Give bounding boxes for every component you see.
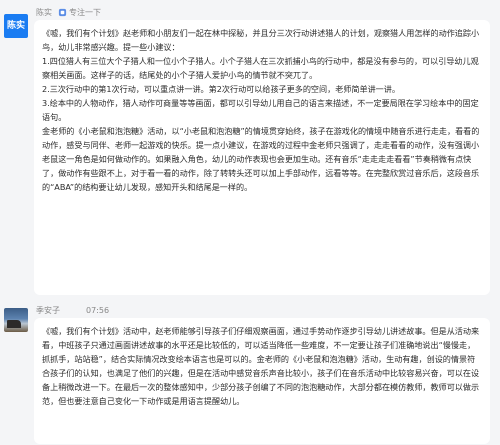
message-paragraph: 2.三次行动中的第1次行动，可以重点讲一讲。第2次行动可以给孩子更多的空间，老师…	[42, 84, 400, 94]
message-paragraph: 金老师的《小老鼠和泡泡糖》活动，以“小老鼠和泡泡糖”的情境贯穿始终，孩子在游戏化…	[42, 126, 480, 192]
message-paragraph: 1.四位猎人有三位大个子猎人和一位小个子猎人。小个子猎人在三次抓捕小鸟的行动中，…	[42, 56, 479, 80]
message-bubble[interactable]: 《嘘，我们有个计划》活动中，赵老师能够引导孩子们仔细观察画面，通过手势动作逐步引…	[34, 318, 490, 444]
sender-name[interactable]: 季安子	[36, 305, 60, 316]
chat-thread: 陈实 陈实 专注一下 《嘘，我们有个计划》赵老师和小朋友们一起在林中探秘，并且分…	[0, 0, 500, 445]
message-time: 07:56	[86, 305, 110, 315]
status-tag: 专注一下	[58, 7, 101, 18]
sender-name[interactable]: 陈实	[36, 7, 52, 18]
message-meta: 季安子 07:56	[36, 302, 109, 318]
message-paragraph: 《嘘，我们有个计划》赵老师和小朋友们一起在林中探秘，并且分三次行动讲述猎人的计划…	[42, 28, 480, 52]
focus-icon	[58, 8, 67, 16]
message-meta: 陈实 专注一下	[36, 4, 101, 20]
message-paragraph: 3.绘本中的人物动作，猎人动作可商量等等画面，都可以引导幼儿用自己的语言来描述，…	[42, 98, 479, 122]
avatar[interactable]	[4, 308, 28, 332]
message-paragraph: 《嘘，我们有个计划》活动中，赵老师能够引导孩子们仔细观察画面，通过手势动作逐步引…	[42, 326, 480, 406]
avatar[interactable]: 陈实	[4, 14, 28, 38]
status-tag-label: 专注一下	[69, 7, 101, 17]
message-bubble[interactable]: 《嘘，我们有个计划》赵老师和小朋友们一起在林中探秘，并且分三次行动讲述猎人的计划…	[34, 20, 490, 295]
